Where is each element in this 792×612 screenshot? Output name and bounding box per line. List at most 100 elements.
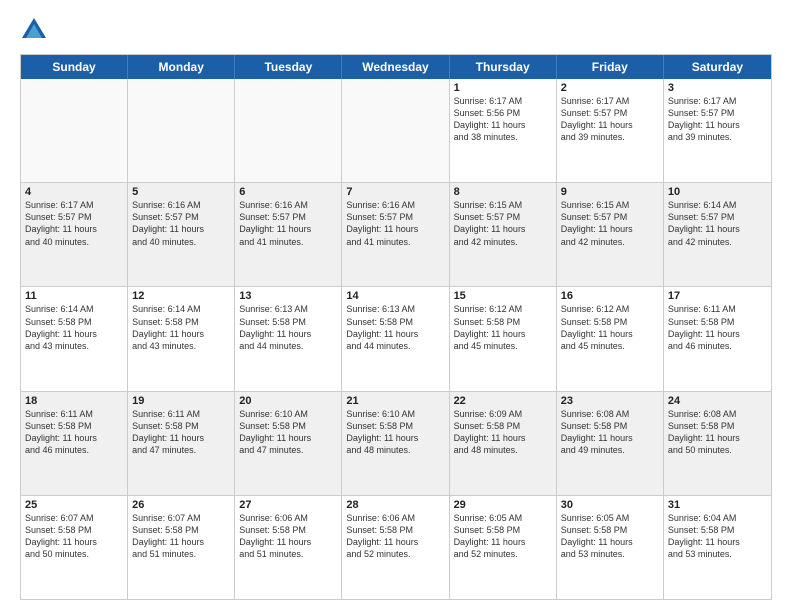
cell-info: Sunrise: 6:17 AM Sunset: 5:57 PM Dayligh… [25,199,123,248]
day-number: 18 [25,395,123,407]
day-number: 2 [561,82,659,94]
cell-info: Sunrise: 6:07 AM Sunset: 5:58 PM Dayligh… [25,512,123,561]
calendar-cell [342,79,449,182]
calendar-row-4: 18Sunrise: 6:11 AM Sunset: 5:58 PM Dayli… [21,392,771,496]
calendar-cell: 31Sunrise: 6:04 AM Sunset: 5:58 PM Dayli… [664,496,771,599]
calendar-cell: 18Sunrise: 6:11 AM Sunset: 5:58 PM Dayli… [21,392,128,495]
cell-info: Sunrise: 6:16 AM Sunset: 5:57 PM Dayligh… [239,199,337,248]
day-number: 19 [132,395,230,407]
calendar-row-1: 1Sunrise: 6:17 AM Sunset: 5:56 PM Daylig… [21,79,771,183]
calendar-cell: 29Sunrise: 6:05 AM Sunset: 5:58 PM Dayli… [450,496,557,599]
header-day-tuesday: Tuesday [235,55,342,79]
cell-info: Sunrise: 6:15 AM Sunset: 5:57 PM Dayligh… [561,199,659,248]
day-number: 6 [239,186,337,198]
cell-info: Sunrise: 6:11 AM Sunset: 5:58 PM Dayligh… [25,408,123,457]
calendar-row-5: 25Sunrise: 6:07 AM Sunset: 5:58 PM Dayli… [21,496,771,599]
calendar-cell: 1Sunrise: 6:17 AM Sunset: 5:56 PM Daylig… [450,79,557,182]
header-day-saturday: Saturday [664,55,771,79]
day-number: 21 [346,395,444,407]
cell-info: Sunrise: 6:17 AM Sunset: 5:57 PM Dayligh… [668,95,767,144]
calendar-cell: 8Sunrise: 6:15 AM Sunset: 5:57 PM Daylig… [450,183,557,286]
day-number: 12 [132,290,230,302]
calendar-cell: 30Sunrise: 6:05 AM Sunset: 5:58 PM Dayli… [557,496,664,599]
cell-info: Sunrise: 6:04 AM Sunset: 5:58 PM Dayligh… [668,512,767,561]
calendar-row-3: 11Sunrise: 6:14 AM Sunset: 5:58 PM Dayli… [21,287,771,391]
day-number: 1 [454,82,552,94]
calendar-cell: 16Sunrise: 6:12 AM Sunset: 5:58 PM Dayli… [557,287,664,390]
day-number: 25 [25,499,123,511]
calendar-cell: 23Sunrise: 6:08 AM Sunset: 5:58 PM Dayli… [557,392,664,495]
day-number: 15 [454,290,552,302]
calendar-cell: 20Sunrise: 6:10 AM Sunset: 5:58 PM Dayli… [235,392,342,495]
calendar-cell: 7Sunrise: 6:16 AM Sunset: 5:57 PM Daylig… [342,183,449,286]
day-number: 3 [668,82,767,94]
calendar-cell: 22Sunrise: 6:09 AM Sunset: 5:58 PM Dayli… [450,392,557,495]
day-number: 7 [346,186,444,198]
calendar-cell: 24Sunrise: 6:08 AM Sunset: 5:58 PM Dayli… [664,392,771,495]
cell-info: Sunrise: 6:09 AM Sunset: 5:58 PM Dayligh… [454,408,552,457]
header-day-wednesday: Wednesday [342,55,449,79]
cell-info: Sunrise: 6:13 AM Sunset: 5:58 PM Dayligh… [239,303,337,352]
cell-info: Sunrise: 6:12 AM Sunset: 5:58 PM Dayligh… [561,303,659,352]
day-number: 9 [561,186,659,198]
calendar-cell: 19Sunrise: 6:11 AM Sunset: 5:58 PM Dayli… [128,392,235,495]
cell-info: Sunrise: 6:10 AM Sunset: 5:58 PM Dayligh… [346,408,444,457]
calendar-cell: 6Sunrise: 6:16 AM Sunset: 5:57 PM Daylig… [235,183,342,286]
header [20,16,772,44]
calendar-cell [21,79,128,182]
header-day-monday: Monday [128,55,235,79]
cell-info: Sunrise: 6:11 AM Sunset: 5:58 PM Dayligh… [668,303,767,352]
page: SundayMondayTuesdayWednesdayThursdayFrid… [0,0,792,612]
day-number: 26 [132,499,230,511]
cell-info: Sunrise: 6:07 AM Sunset: 5:58 PM Dayligh… [132,512,230,561]
cell-info: Sunrise: 6:06 AM Sunset: 5:58 PM Dayligh… [346,512,444,561]
cell-info: Sunrise: 6:08 AM Sunset: 5:58 PM Dayligh… [561,408,659,457]
cell-info: Sunrise: 6:15 AM Sunset: 5:57 PM Dayligh… [454,199,552,248]
calendar-cell: 26Sunrise: 6:07 AM Sunset: 5:58 PM Dayli… [128,496,235,599]
cell-info: Sunrise: 6:14 AM Sunset: 5:57 PM Dayligh… [668,199,767,248]
calendar-cell: 13Sunrise: 6:13 AM Sunset: 5:58 PM Dayli… [235,287,342,390]
header-day-thursday: Thursday [450,55,557,79]
day-number: 14 [346,290,444,302]
calendar-body: 1Sunrise: 6:17 AM Sunset: 5:56 PM Daylig… [21,79,771,599]
calendar-cell: 27Sunrise: 6:06 AM Sunset: 5:58 PM Dayli… [235,496,342,599]
header-day-sunday: Sunday [21,55,128,79]
calendar-cell: 3Sunrise: 6:17 AM Sunset: 5:57 PM Daylig… [664,79,771,182]
cell-info: Sunrise: 6:05 AM Sunset: 5:58 PM Dayligh… [454,512,552,561]
cell-info: Sunrise: 6:05 AM Sunset: 5:58 PM Dayligh… [561,512,659,561]
day-number: 30 [561,499,659,511]
calendar-cell: 17Sunrise: 6:11 AM Sunset: 5:58 PM Dayli… [664,287,771,390]
cell-info: Sunrise: 6:11 AM Sunset: 5:58 PM Dayligh… [132,408,230,457]
calendar-cell: 14Sunrise: 6:13 AM Sunset: 5:58 PM Dayli… [342,287,449,390]
cell-info: Sunrise: 6:14 AM Sunset: 5:58 PM Dayligh… [132,303,230,352]
cell-info: Sunrise: 6:16 AM Sunset: 5:57 PM Dayligh… [346,199,444,248]
calendar-cell: 28Sunrise: 6:06 AM Sunset: 5:58 PM Dayli… [342,496,449,599]
calendar-cell: 2Sunrise: 6:17 AM Sunset: 5:57 PM Daylig… [557,79,664,182]
logo-icon [20,16,48,44]
day-number: 17 [668,290,767,302]
logo [20,16,50,44]
cell-info: Sunrise: 6:17 AM Sunset: 5:56 PM Dayligh… [454,95,552,144]
cell-info: Sunrise: 6:14 AM Sunset: 5:58 PM Dayligh… [25,303,123,352]
calendar-cell: 15Sunrise: 6:12 AM Sunset: 5:58 PM Dayli… [450,287,557,390]
calendar-cell: 25Sunrise: 6:07 AM Sunset: 5:58 PM Dayli… [21,496,128,599]
calendar-cell: 21Sunrise: 6:10 AM Sunset: 5:58 PM Dayli… [342,392,449,495]
calendar-cell: 12Sunrise: 6:14 AM Sunset: 5:58 PM Dayli… [128,287,235,390]
cell-info: Sunrise: 6:06 AM Sunset: 5:58 PM Dayligh… [239,512,337,561]
cell-info: Sunrise: 6:13 AM Sunset: 5:58 PM Dayligh… [346,303,444,352]
cell-info: Sunrise: 6:10 AM Sunset: 5:58 PM Dayligh… [239,408,337,457]
calendar: SundayMondayTuesdayWednesdayThursdayFrid… [20,54,772,600]
day-number: 28 [346,499,444,511]
calendar-cell: 9Sunrise: 6:15 AM Sunset: 5:57 PM Daylig… [557,183,664,286]
day-number: 10 [668,186,767,198]
calendar-cell: 10Sunrise: 6:14 AM Sunset: 5:57 PM Dayli… [664,183,771,286]
day-number: 11 [25,290,123,302]
day-number: 4 [25,186,123,198]
cell-info: Sunrise: 6:16 AM Sunset: 5:57 PM Dayligh… [132,199,230,248]
cell-info: Sunrise: 6:08 AM Sunset: 5:58 PM Dayligh… [668,408,767,457]
cell-info: Sunrise: 6:12 AM Sunset: 5:58 PM Dayligh… [454,303,552,352]
calendar-cell: 11Sunrise: 6:14 AM Sunset: 5:58 PM Dayli… [21,287,128,390]
day-number: 23 [561,395,659,407]
calendar-header: SundayMondayTuesdayWednesdayThursdayFrid… [21,55,771,79]
calendar-cell [235,79,342,182]
